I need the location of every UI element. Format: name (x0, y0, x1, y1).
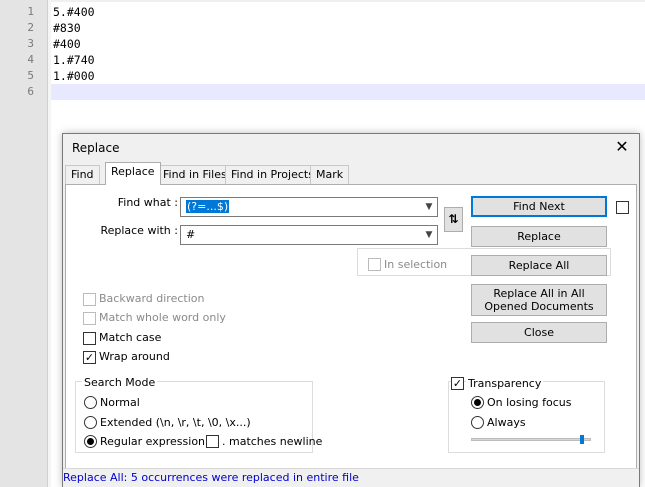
always-label: Always (487, 416, 526, 429)
slider-thumb[interactable] (580, 435, 584, 444)
tab-find[interactable]: Find (65, 165, 100, 184)
on-losing-focus-label: On losing focus (487, 396, 572, 409)
find-what-value: (?=...$) (186, 200, 230, 213)
code-line[interactable]: #830 (53, 20, 81, 36)
match-case-checkbox[interactable] (83, 332, 96, 345)
line-number: 3 (27, 37, 34, 50)
close-icon[interactable]: ✕ (613, 138, 631, 156)
find-next-checkbox[interactable] (616, 201, 629, 214)
replace-button[interactable]: Replace (471, 226, 607, 247)
backward-direction-checkbox[interactable] (83, 293, 96, 306)
on-losing-focus-radio[interactable] (471, 396, 484, 409)
current-line-highlight (51, 84, 645, 100)
replace-all-opened-button[interactable]: Replace All in All Opened Documents (471, 284, 607, 316)
status-bar: Replace All: 5 occurrences were replaced… (63, 468, 639, 487)
code-line[interactable]: 5.#400 (53, 4, 95, 20)
swap-arrows-icon[interactable]: ⇅ (444, 207, 463, 232)
transparency-label: Transparency (466, 377, 544, 390)
tab-find-in-files[interactable]: Find in Files (157, 165, 233, 184)
find-what-input[interactable]: (?=...$) ▼ (180, 197, 438, 217)
find-what-label: Find what : (117, 196, 178, 209)
chevron-down-icon[interactable]: ▼ (421, 226, 437, 244)
dialog-title: Replace (72, 141, 120, 155)
replace-with-input[interactable]: # ▼ (180, 225, 438, 245)
wrap-around-label: Wrap around (99, 350, 170, 363)
extended-radio[interactable] (84, 416, 97, 429)
fold-margin (48, 0, 51, 487)
always-radio[interactable] (471, 416, 484, 429)
whole-word-checkbox[interactable] (83, 312, 96, 325)
replace-with-label: Replace with : (100, 224, 178, 237)
regex-radio[interactable] (84, 435, 97, 448)
replace-all-button[interactable]: Replace All (471, 255, 607, 276)
chevron-down-icon[interactable]: ▼ (421, 198, 437, 216)
matches-newline-checkbox[interactable] (206, 435, 219, 448)
tab-find-in-projects[interactable]: Find in Projects (225, 165, 320, 184)
horizontal-scrollbar[interactable] (0, 0, 645, 2)
tab-replace[interactable]: Replace (105, 162, 161, 185)
replace-with-value: # (186, 228, 196, 241)
code-line[interactable]: 1.#740 (53, 52, 95, 68)
replace-panel: Find what : (?=...$) ▼ Replace with : # … (65, 184, 637, 469)
backward-direction-label: Backward direction (99, 292, 205, 305)
line-number: 2 (27, 21, 34, 34)
status-text: Replace All: 5 occurrences were replaced… (63, 471, 359, 484)
code-line[interactable]: #400 (53, 36, 81, 52)
find-next-button[interactable]: Find Next (471, 196, 607, 217)
replace-dialog: Replace ✕ Find Replace Find in Files Fin… (62, 133, 640, 487)
line-number: 1 (27, 5, 34, 18)
code-line[interactable]: 1.#000 (53, 68, 95, 84)
regex-label: Regular expression (100, 435, 206, 448)
match-case-label: Match case (99, 331, 162, 344)
tab-mark[interactable]: Mark (310, 165, 350, 184)
transparency-slider[interactable] (471, 435, 591, 444)
whole-word-label: Match whole word only (99, 311, 226, 324)
line-number: 4 (27, 53, 34, 66)
in-selection-checkbox[interactable] (368, 258, 381, 271)
extended-label: Extended (\n, \r, \t, \0, \x...) (100, 416, 251, 429)
line-number: 6 (27, 85, 34, 98)
normal-radio[interactable] (84, 396, 97, 409)
line-number: 5 (27, 69, 34, 82)
transparency-checkbox[interactable]: ✓ (451, 377, 464, 390)
line-number-gutter: 1 2 3 4 5 6 (0, 0, 48, 487)
normal-label: Normal (100, 396, 140, 409)
wrap-around-checkbox[interactable]: ✓ (83, 351, 96, 364)
search-mode-title: Search Mode (82, 376, 158, 389)
close-button[interactable]: Close (471, 322, 607, 343)
matches-newline-label: . matches newline (222, 435, 323, 448)
in-selection-label: In selection (384, 258, 448, 271)
